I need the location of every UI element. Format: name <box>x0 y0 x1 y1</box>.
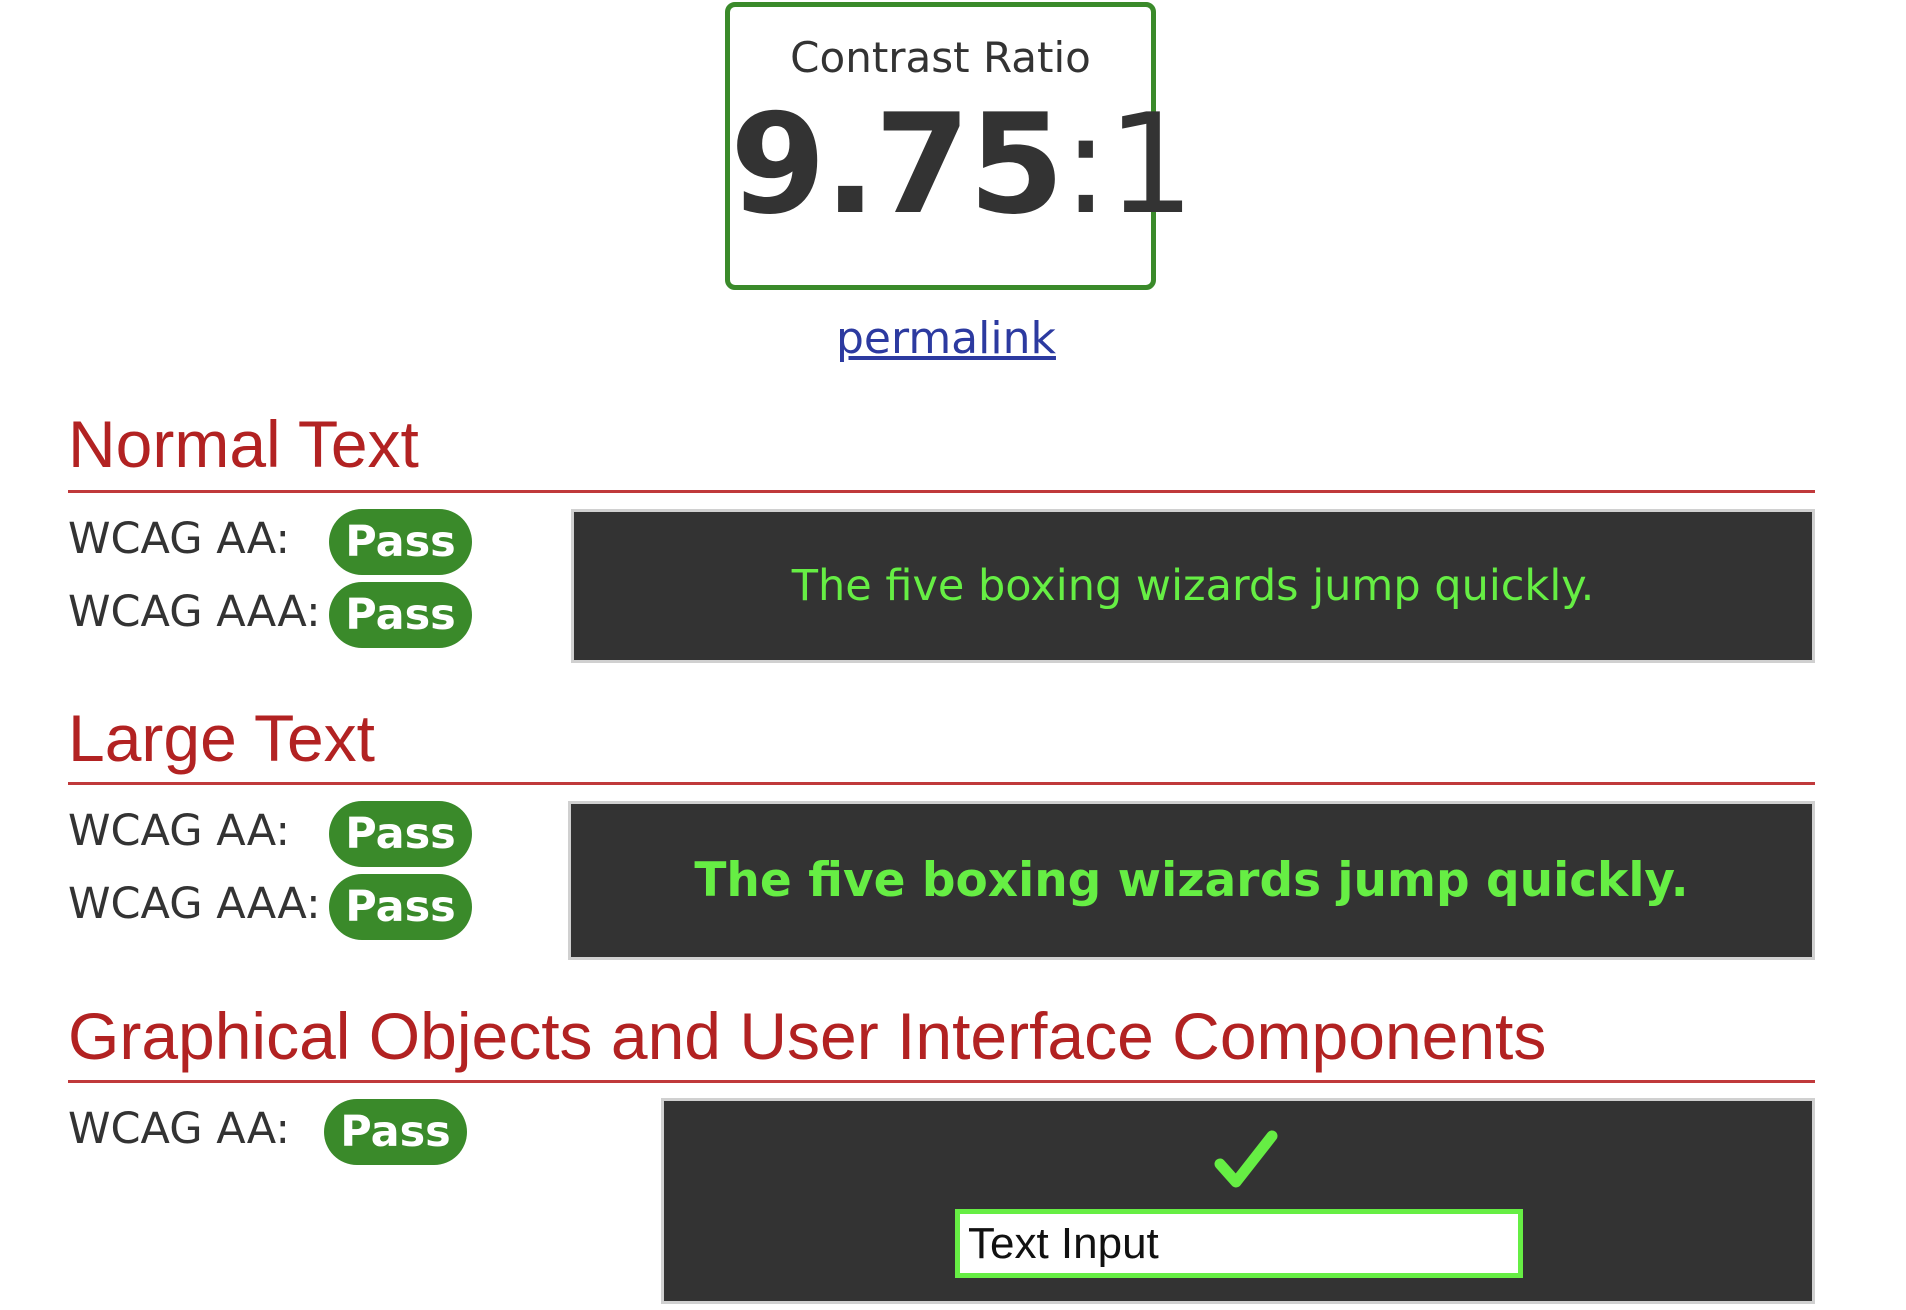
wcag-aa-pass-badge-normal: Pass <box>329 509 472 575</box>
permalink-link[interactable]: permalink <box>836 313 1056 364</box>
wcag-aaa-label-normal: WCAG AAA: <box>68 587 321 637</box>
wcag-aa-label-graphical: WCAG AA: <box>68 1104 290 1154</box>
normal-text-preview: The five boxing wizards jump quickly. <box>571 509 1815 663</box>
wcag-aa-pass-badge-large: Pass <box>329 801 472 867</box>
wcag-aaa-pass-badge-normal: Pass <box>329 582 472 648</box>
section-title-normal-text: Normal Text <box>68 407 419 481</box>
wcag-aa-label-normal: WCAG AA: <box>68 514 290 564</box>
checkmark-icon <box>1214 1130 1278 1188</box>
wcag-aaa-pass-badge-large: Pass <box>329 874 472 940</box>
contrast-ratio-suffix: :1 <box>1062 84 1195 245</box>
section-divider-large <box>68 782 1815 785</box>
contrast-ratio-value: 9.75:1 <box>730 96 1195 234</box>
normal-text-sample: The five boxing wizards jump quickly. <box>791 561 1595 611</box>
text-input-field[interactable] <box>955 1209 1523 1278</box>
section-title-graphical-objects: Graphical Objects and User Interface Com… <box>68 999 1547 1073</box>
wcag-aaa-label-large: WCAG AAA: <box>68 879 321 929</box>
section-title-large-text: Large Text <box>68 701 375 775</box>
contrast-ratio-box: Contrast Ratio 9.75:1 <box>725 2 1195 290</box>
contrast-ratio-number: 9.75 <box>730 84 1064 245</box>
section-divider-graphical <box>68 1080 1815 1083</box>
large-text-sample: The five boxing wizards jump quickly. <box>694 853 1689 908</box>
wcag-aa-pass-badge-graphical: Pass <box>324 1099 467 1165</box>
large-text-preview: The five boxing wizards jump quickly. <box>568 801 1815 960</box>
contrast-ratio-title: Contrast Ratio <box>790 33 1091 82</box>
wcag-aa-label-large: WCAG AA: <box>68 806 290 856</box>
section-divider-normal <box>68 490 1815 493</box>
